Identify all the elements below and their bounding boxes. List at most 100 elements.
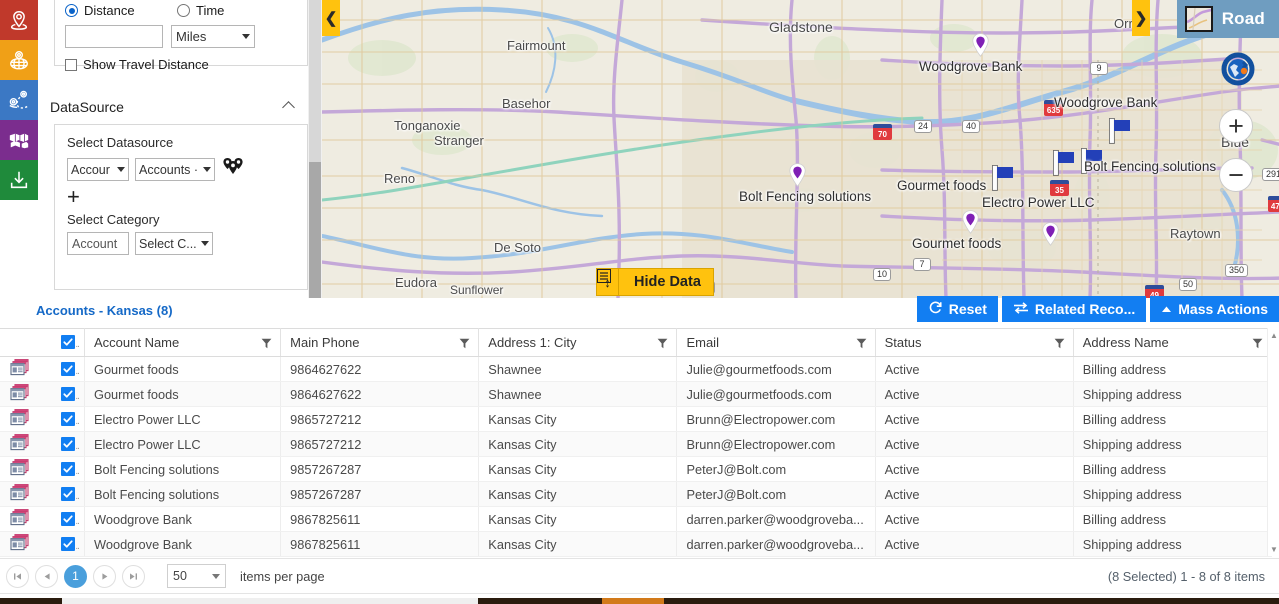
table-row[interactable]: .. Woodgrove Bank 9867825611 Kansas City dar… bbox=[0, 531, 1273, 557]
row-records-icon[interactable] bbox=[0, 481, 55, 507]
row-checkbox[interactable] bbox=[61, 386, 76, 401]
map-collapse-right-button[interactable]: ❯ bbox=[1132, 0, 1150, 36]
distance-unit-select[interactable]: Miles bbox=[171, 25, 255, 48]
related-records-icon[interactable] bbox=[10, 358, 54, 380]
related-records-icon[interactable] bbox=[10, 483, 54, 505]
map-zoom-in-button[interactable]: + bbox=[1219, 109, 1253, 143]
recenter-globe-icon[interactable] bbox=[1219, 50, 1257, 88]
grid-scrollbar[interactable]: ▲ ▼ bbox=[1267, 328, 1279, 556]
table-row[interactable]: .. Gourmet foods 9864627622 Shawnee Julie@go… bbox=[0, 356, 1273, 382]
column-header[interactable]: Address 1: City bbox=[478, 328, 678, 357]
page-1-button[interactable]: 1 bbox=[64, 564, 87, 588]
table-row[interactable]: .. Bolt Fencing solutions 9857267287 Kansas… bbox=[0, 481, 1273, 507]
related-records-icon[interactable] bbox=[10, 458, 54, 480]
show-travel-distance-checkbox[interactable]: Show Travel Distance bbox=[65, 57, 297, 72]
row-checkbox[interactable] bbox=[61, 536, 76, 551]
row-records-icon[interactable] bbox=[0, 381, 55, 407]
column-header[interactable]: Status bbox=[875, 328, 1074, 357]
table-row[interactable]: .. Woodgrove Bank 9867825611 Kansas City dar… bbox=[0, 506, 1273, 532]
column-header[interactable]: Address Name bbox=[1073, 328, 1273, 357]
show-travel-distance-box[interactable] bbox=[65, 58, 77, 71]
distance-value-input[interactable] bbox=[65, 25, 163, 48]
panel-scrollbar-thumb-upper[interactable] bbox=[309, 0, 321, 162]
row-checkbox[interactable] bbox=[61, 511, 76, 526]
prev-page-button[interactable] bbox=[35, 564, 58, 588]
table-row[interactable]: .. Electro Power LLC 9865727212 Kansas City… bbox=[0, 431, 1273, 457]
related-records-icon[interactable] bbox=[10, 533, 54, 555]
column-header[interactable]: Main Phone bbox=[280, 328, 480, 357]
row-checkbox[interactable] bbox=[61, 486, 76, 501]
map-collapse-left-button[interactable]: ❮ bbox=[322, 0, 340, 36]
row-select-cell[interactable]: .. bbox=[54, 431, 85, 457]
reset-button[interactable]: Reset bbox=[916, 296, 998, 322]
row-checkbox[interactable] bbox=[61, 461, 76, 476]
filter-funnel-icon[interactable] bbox=[459, 337, 470, 352]
grid-title[interactable]: Accounts - Kansas (8) bbox=[36, 303, 173, 318]
row-select-cell[interactable]: .. bbox=[54, 406, 85, 432]
radio-time-dot[interactable] bbox=[177, 4, 190, 17]
datasource-section-header[interactable]: DataSource bbox=[46, 99, 300, 115]
column-header[interactable]: Account Name bbox=[84, 328, 282, 357]
table-row[interactable]: .. Gourmet foods 9864627622 Shawnee Julie@go… bbox=[0, 381, 1273, 407]
radio-time[interactable]: Time bbox=[177, 3, 224, 18]
row-records-icon[interactable] bbox=[0, 456, 55, 482]
select-all-checkbox[interactable] bbox=[61, 335, 76, 349]
map-zoom-out-button[interactable]: − bbox=[1219, 158, 1253, 192]
heatmap-region-icon[interactable] bbox=[0, 120, 38, 160]
related-records-icon[interactable] bbox=[10, 408, 54, 430]
location-pin-icon[interactable] bbox=[0, 0, 38, 40]
panel-scrollbar[interactable] bbox=[308, 0, 322, 298]
row-records-icon[interactable] bbox=[0, 356, 55, 382]
row-checkbox[interactable] bbox=[61, 361, 76, 376]
row-select-cell[interactable]: .. bbox=[54, 456, 85, 482]
download-icon[interactable] bbox=[0, 160, 38, 200]
first-page-button[interactable] bbox=[6, 564, 29, 588]
page-size-select[interactable]: 50 bbox=[167, 564, 226, 588]
row-records-icon[interactable] bbox=[0, 406, 55, 432]
add-datasource-button[interactable]: + bbox=[67, 186, 83, 208]
table-cell: Shawnee bbox=[478, 356, 678, 382]
map-type-road-button[interactable]: Road bbox=[1176, 0, 1279, 38]
radio-distance[interactable]: Distance bbox=[65, 3, 177, 18]
related-records-icon[interactable] bbox=[10, 433, 54, 455]
panel-scrollbar-thumb[interactable] bbox=[309, 162, 321, 298]
datasource-view-select[interactable]: Accounts · bbox=[135, 158, 215, 181]
row-checkbox[interactable] bbox=[61, 411, 76, 426]
filter-funnel-icon[interactable] bbox=[261, 337, 272, 352]
row-records-icon[interactable] bbox=[0, 506, 55, 532]
radio-distance-dot[interactable] bbox=[65, 4, 78, 17]
map-pins-icon[interactable] bbox=[221, 155, 245, 184]
route-icon[interactable] bbox=[0, 80, 38, 120]
hide-data-button[interactable]: ↕ Hide Data bbox=[596, 268, 714, 296]
row-records-icon[interactable] bbox=[0, 531, 55, 557]
column-header[interactable]: Email bbox=[676, 328, 876, 357]
row-checkbox[interactable] bbox=[61, 436, 76, 451]
last-page-button[interactable] bbox=[122, 564, 145, 588]
related-records-icon[interactable] bbox=[10, 383, 54, 405]
row-select-cell[interactable]: .. bbox=[54, 356, 85, 382]
mass-actions-button[interactable]: Mass Actions bbox=[1150, 296, 1279, 322]
related-records-button[interactable]: Related Reco... bbox=[1001, 296, 1147, 322]
table-row[interactable]: .. Electro Power LLC 9865727212 Kansas City… bbox=[0, 406, 1273, 432]
datasource-entity-select[interactable]: Accour bbox=[67, 158, 129, 181]
filter-funnel-icon[interactable] bbox=[1054, 337, 1065, 352]
filter-funnel-icon[interactable] bbox=[856, 337, 867, 352]
row-select-cell[interactable]: .. bbox=[54, 481, 85, 507]
territory-globe-icon[interactable] bbox=[0, 40, 38, 80]
row-records-icon[interactable] bbox=[0, 431, 55, 457]
row-select-cell[interactable]: .. bbox=[54, 531, 85, 557]
bottom-seg-5 bbox=[664, 598, 1279, 604]
filter-funnel-icon[interactable] bbox=[1252, 337, 1263, 352]
category-select[interactable]: Select C... bbox=[135, 232, 213, 255]
related-records-icon[interactable] bbox=[10, 508, 54, 530]
map-canvas[interactable]: FairmountGladstoneOrrickBasehorTonganoxi… bbox=[322, 0, 1279, 298]
next-page-button[interactable] bbox=[93, 564, 116, 588]
row-select-cell[interactable]: .. bbox=[54, 381, 85, 407]
filter-funnel-icon[interactable] bbox=[657, 337, 668, 352]
table-row[interactable]: .. Bolt Fencing solutions 9857267287 Kansas… bbox=[0, 456, 1273, 482]
scroll-down-arrow-icon[interactable]: ▼ bbox=[1269, 544, 1279, 554]
scroll-up-arrow-icon[interactable]: ▲ bbox=[1269, 330, 1279, 340]
items-per-page-label: items per page bbox=[240, 568, 325, 584]
row-select-cell[interactable]: .. bbox=[54, 506, 85, 532]
chevron-up-icon[interactable] bbox=[282, 100, 295, 114]
